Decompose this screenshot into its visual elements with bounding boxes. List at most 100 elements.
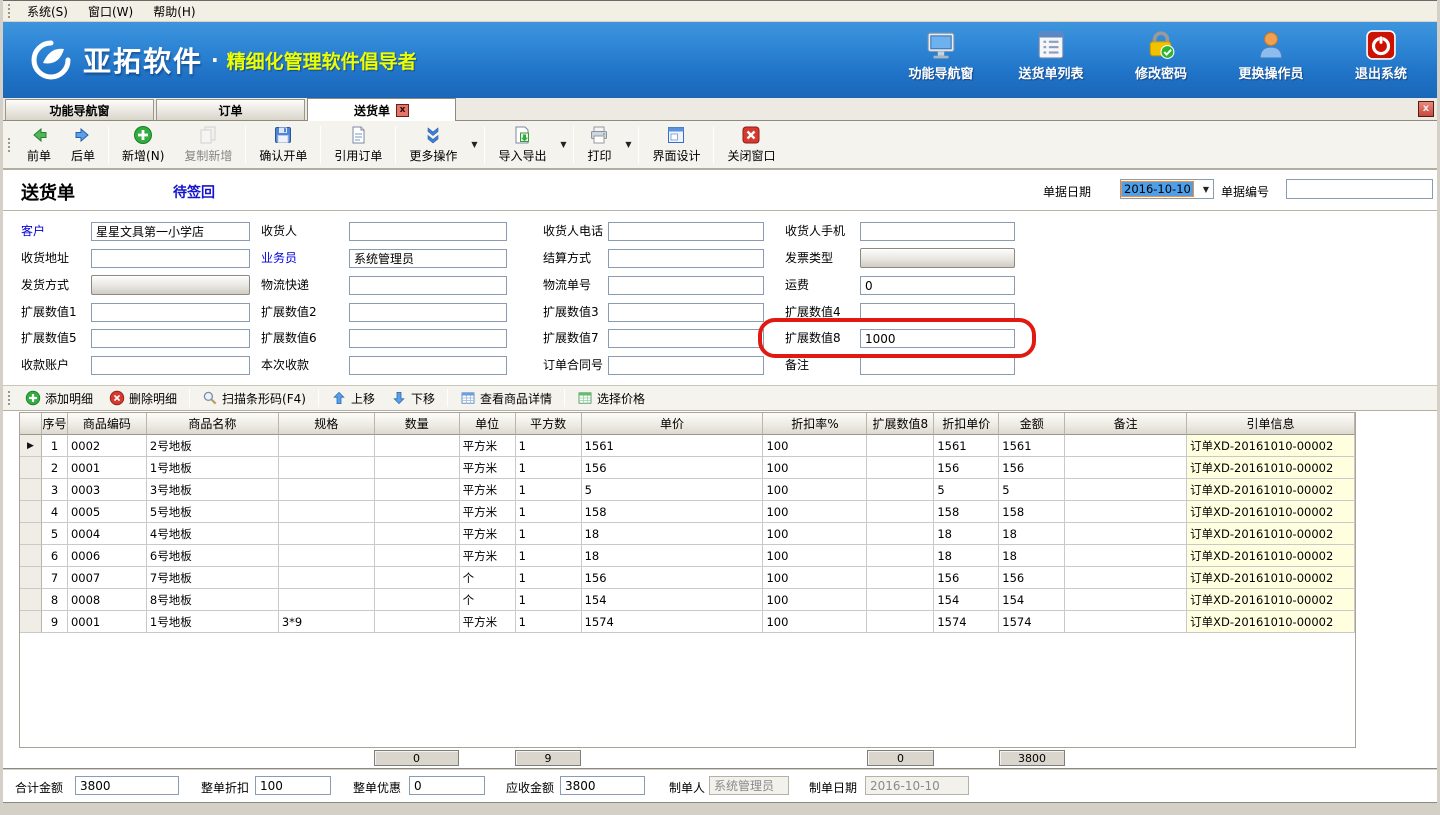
grid-cell[interactable]: 9 xyxy=(42,611,68,633)
grid-cell[interactable]: 订单XD-20161010-00002 xyxy=(1187,523,1355,545)
field-input-19[interactable] xyxy=(860,329,1015,348)
grid-cell[interactable]: 个 xyxy=(460,567,516,589)
grid-cell[interactable]: 平方米 xyxy=(460,435,516,457)
table-row[interactable]: 600066号地板平方米1181001818订单XD-20161010-0000… xyxy=(20,545,1355,567)
grid-cell[interactable]: 18 xyxy=(934,523,999,545)
detail-button-5[interactable]: 上移 xyxy=(323,387,383,409)
detail-button-0[interactable]: 添加明细 xyxy=(17,387,101,409)
grid-cell[interactable]: 8 xyxy=(42,589,68,611)
grid-cell[interactable]: 5 xyxy=(999,479,1065,501)
grid-cell[interactable]: 156 xyxy=(934,567,999,589)
tab-3[interactable]: 送货单x xyxy=(307,98,456,121)
field-input-10[interactable] xyxy=(608,276,764,295)
grid-cell[interactable] xyxy=(375,479,460,501)
field-input-15[interactable] xyxy=(860,303,1015,322)
grid-cell[interactable]: 订单XD-20161010-00002 xyxy=(1187,611,1355,633)
grid-cell[interactable]: 5 xyxy=(42,523,68,545)
table-row[interactable]: 800088号地板个1154100154154订单XD-20161010-000… xyxy=(20,589,1355,611)
grid-cell[interactable]: 1号地板 xyxy=(147,611,279,633)
grid-cell[interactable]: 154 xyxy=(582,589,764,611)
grid-cell[interactable]: 1 xyxy=(516,457,582,479)
detail-button-6[interactable]: 下移 xyxy=(383,387,443,409)
grid-cell[interactable] xyxy=(1065,589,1187,611)
grid-cell[interactable]: 订单XD-20161010-00002 xyxy=(1187,501,1355,523)
grid-cell[interactable] xyxy=(279,589,375,611)
grid-cell[interactable] xyxy=(867,501,934,523)
grid-cell[interactable]: 订单XD-20161010-00002 xyxy=(1187,567,1355,589)
tab-close-icon[interactable]: x xyxy=(396,104,409,117)
grid-cell[interactable]: 156 xyxy=(934,457,999,479)
grid-cell[interactable]: 订单XD-20161010-00002 xyxy=(1187,589,1355,611)
grid-cell[interactable]: 平方米 xyxy=(460,523,516,545)
field-input-20[interactable] xyxy=(91,356,250,375)
grid-cell[interactable] xyxy=(375,589,460,611)
bottom-field-input-0[interactable] xyxy=(75,776,179,795)
grid-cell[interactable]: 158 xyxy=(999,501,1065,523)
grid-column-header[interactable]: 备注 xyxy=(1065,413,1187,435)
toolbar-button-18[interactable]: 关闭窗口 xyxy=(717,123,785,167)
field-input-22[interactable] xyxy=(608,356,764,375)
grid-cell[interactable]: 18 xyxy=(934,545,999,567)
quick-action-2[interactable]: 送货单列表 xyxy=(1009,30,1093,82)
grid-column-header[interactable]: 扩展数值8 xyxy=(867,413,934,435)
menu-item-0[interactable]: 系统(S) xyxy=(17,1,78,22)
grid-cell[interactable]: 100 xyxy=(763,611,867,633)
grid-cell[interactable] xyxy=(279,567,375,589)
bottom-field-input-2[interactable] xyxy=(409,776,485,795)
grid-cell[interactable] xyxy=(867,523,934,545)
grid-cell[interactable]: 平方米 xyxy=(460,611,516,633)
grid-cell[interactable]: 100 xyxy=(763,479,867,501)
grid-cell[interactable] xyxy=(1065,457,1187,479)
grid-cell[interactable]: 154 xyxy=(999,589,1065,611)
grid-cell[interactable]: 3号地板 xyxy=(147,479,279,501)
grid-cell[interactable] xyxy=(279,501,375,523)
grid-cell[interactable]: 4号地板 xyxy=(147,523,279,545)
grid-cell[interactable] xyxy=(867,567,934,589)
grid-cell[interactable]: 0006 xyxy=(68,545,147,567)
grid-cell[interactable]: 3 xyxy=(42,479,68,501)
field-button-8[interactable] xyxy=(91,275,250,295)
grid-cell[interactable]: 0001 xyxy=(68,611,147,633)
grid-cell[interactable] xyxy=(867,435,934,457)
grid-column-header[interactable]: 单价 xyxy=(582,413,764,435)
grid-cell[interactable]: 0001 xyxy=(68,457,147,479)
grid-column-header[interactable]: 平方数 xyxy=(516,413,582,435)
grid-column-header[interactable]: 规格 xyxy=(279,413,375,435)
grid-cell[interactable] xyxy=(279,479,375,501)
grid-cell[interactable]: 5 xyxy=(582,479,764,501)
grid-cell[interactable]: 1 xyxy=(516,435,582,457)
grid-cell[interactable] xyxy=(867,479,934,501)
field-input-2[interactable] xyxy=(608,222,764,241)
field-input-13[interactable] xyxy=(349,303,507,322)
field-input-17[interactable] xyxy=(349,329,507,348)
grid-cell[interactable]: 0007 xyxy=(68,567,147,589)
grid-cell[interactable]: 18 xyxy=(582,523,764,545)
grid-cell[interactable]: 158 xyxy=(934,501,999,523)
grid-cell[interactable] xyxy=(279,523,375,545)
grid-cell[interactable]: 100 xyxy=(763,523,867,545)
tab-1[interactable]: 功能导航窗 xyxy=(5,99,154,120)
field-label-0[interactable]: 客户 xyxy=(21,222,45,241)
grid-cell[interactable]: 5 xyxy=(934,479,999,501)
field-input-1[interactable] xyxy=(349,222,507,241)
toolbar-button-8[interactable]: 引用订单 xyxy=(324,123,392,167)
grid-column-header[interactable]: 数量 xyxy=(375,413,460,435)
grid-cell[interactable]: 0002 xyxy=(68,435,147,457)
grid-cell[interactable]: 8号地板 xyxy=(147,589,279,611)
grid-cell[interactable]: 1574 xyxy=(934,611,999,633)
grid-cell[interactable]: 156 xyxy=(999,457,1065,479)
toolbar-button-12[interactable]: 导入导出 xyxy=(488,123,556,167)
grid-cell[interactable]: 5号地板 xyxy=(147,501,279,523)
grid-column-header[interactable]: 单位 xyxy=(460,413,516,435)
grid-cell[interactable] xyxy=(867,545,934,567)
grid-cell[interactable]: 156 xyxy=(582,457,764,479)
grid-cell[interactable] xyxy=(867,611,934,633)
bottom-field-input-1[interactable] xyxy=(255,776,331,795)
grid-cell[interactable]: 18 xyxy=(582,545,764,567)
detail-button-10[interactable]: 选择价格 xyxy=(569,387,653,409)
grid-cell[interactable]: 6 xyxy=(42,545,68,567)
quick-action-5[interactable]: 退出系统 xyxy=(1339,30,1423,82)
quick-action-3[interactable]: 修改密码 xyxy=(1119,30,1203,82)
grid-cell[interactable]: 3*9 xyxy=(279,611,375,633)
field-input-11[interactable] xyxy=(860,276,1015,295)
